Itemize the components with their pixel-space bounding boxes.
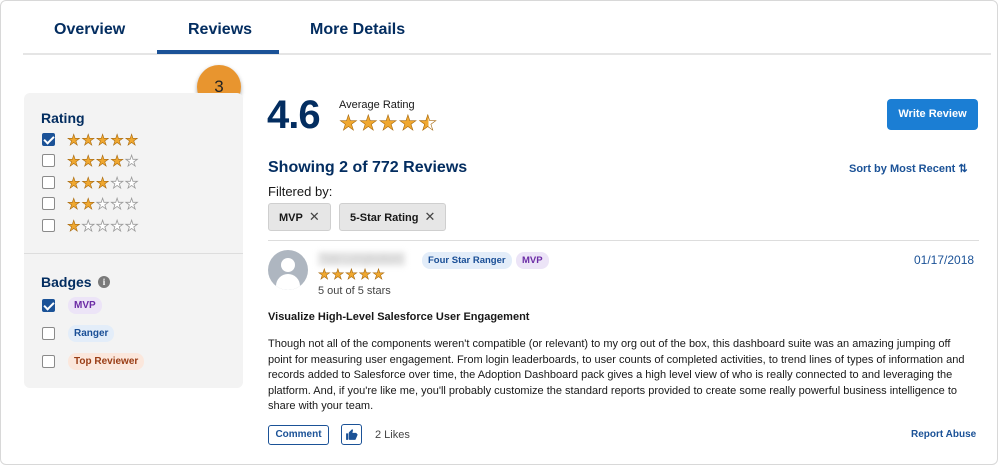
star-icon: ★: [339, 112, 358, 135]
star-icon: ★: [81, 218, 95, 235]
info-icon[interactable]: i: [98, 276, 110, 288]
star-icon: ★: [67, 218, 81, 235]
rating-4-stars: ★ ★ ★ ★ ★: [67, 153, 139, 170]
badge-mvp-label: MVP: [68, 297, 102, 314]
review-title: Visualize High-Level Salesforce User Eng…: [268, 311, 530, 323]
star-icon: ★: [67, 153, 81, 170]
star-icon: ★: [110, 153, 124, 170]
star-icon: ★: [378, 112, 398, 135]
star-icon: ★: [124, 132, 139, 149]
average-rating-value: 4.6: [267, 93, 321, 137]
badge-top-reviewer-label: Top Reviewer: [68, 353, 145, 370]
star-icon: ★: [67, 175, 81, 192]
filtered-by-label: Filtered by:: [268, 184, 333, 199]
star-icon: ★: [398, 112, 418, 135]
star-icon: ★: [345, 266, 358, 282]
review-divider: [268, 240, 979, 241]
star-icon: ★: [358, 112, 378, 135]
badges-filter-heading: Badges: [41, 274, 92, 290]
reviewer-badge-mvp: MVP: [516, 252, 549, 269]
star-icon: ★: [318, 266, 331, 282]
badge-ranger-checkbox[interactable]: [42, 327, 55, 340]
badge-top-reviewer-checkbox[interactable]: [42, 355, 55, 368]
star-icon: ★: [110, 218, 124, 235]
star-icon: ★: [81, 196, 95, 213]
rating-1-checkbox[interactable]: [42, 219, 55, 232]
star-icon: ★: [110, 175, 124, 192]
average-rating-stars: ★ ★ ★ ★ ★: [339, 112, 438, 135]
average-rating-label: Average Rating: [339, 99, 415, 111]
likes-count: 2 Likes: [375, 429, 410, 441]
tab-overview[interactable]: Overview: [54, 21, 125, 39]
reviews-page: Overview Reviews More Details 3 Rating ★…: [0, 0, 998, 465]
star-icon: ★: [110, 132, 124, 149]
filter-chip-mvp[interactable]: MVP ✕: [268, 203, 331, 231]
star-icon: ★: [95, 196, 110, 213]
rating-filter-heading: Rating: [41, 110, 85, 126]
comment-button[interactable]: Comment: [268, 425, 329, 445]
rating-2-stars: ★ ★ ★ ★ ★: [67, 196, 139, 213]
review-count-heading: Showing 2 of 772 Reviews: [268, 159, 468, 176]
review-date: 01/17/2018: [914, 253, 975, 267]
star-icon: ★: [358, 266, 372, 282]
star-icon: ★: [331, 266, 345, 282]
star-icon: ★: [110, 196, 124, 213]
star-icon: ★: [372, 266, 385, 282]
tab-more-details[interactable]: More Details: [310, 21, 405, 39]
review-body: Though not all of the components weren't…: [268, 338, 965, 412]
user-avatar-icon[interactable]: [268, 250, 308, 290]
filter-panel: Rating ★ ★ ★ ★ ★ ★ ★ ★ ★ ★ ★ ★ ★ ★ ★ ★ ★ ★ ★ ★ ★ ★ ★ ★ ★ Bad…: [24, 93, 243, 388]
tab-reviews[interactable]: Reviews: [188, 21, 252, 39]
star-icon: ★: [124, 153, 139, 170]
avatar-body: [276, 274, 300, 290]
rating-4-checkbox[interactable]: [42, 154, 55, 167]
write-review-button[interactable]: Write Review: [887, 99, 978, 130]
rating-3-stars: ★ ★ ★ ★ ★: [67, 175, 139, 192]
star-icon: ★: [124, 175, 139, 192]
star-icon: ★: [81, 175, 95, 192]
active-tab-indicator: [157, 50, 279, 54]
close-icon[interactable]: ✕: [309, 209, 320, 224]
star-icon: ★: [67, 196, 81, 213]
reviewer-name[interactable]: Tabi Longbottom: [318, 252, 406, 266]
rating-5-stars: ★ ★ ★ ★ ★: [67, 132, 139, 149]
avatar-head: [281, 258, 295, 272]
star-icon: ★: [418, 112, 438, 135]
review-stars: ★ ★ ★ ★ ★: [318, 266, 385, 282]
thumbs-up-icon: [346, 429, 358, 440]
rating-2-checkbox[interactable]: [42, 197, 55, 210]
review-stars-text: 5 out of 5 stars: [318, 285, 391, 297]
star-icon: ★: [95, 218, 110, 235]
sort-by-most-recent-link[interactable]: Sort by Most Recent ⇅: [849, 162, 968, 175]
filter-chip-label: 5-Star Rating: [350, 212, 419, 224]
close-icon[interactable]: ✕: [424, 209, 435, 224]
report-abuse-link[interactable]: Report Abuse: [911, 429, 976, 440]
tab-bar: Overview Reviews More Details: [23, 1, 991, 55]
star-icon: ★: [124, 196, 139, 213]
star-icon: ★: [95, 175, 110, 192]
like-button[interactable]: [341, 424, 362, 445]
star-icon: ★: [67, 132, 81, 149]
star-icon: ★: [95, 132, 110, 149]
rating-5-checkbox[interactable]: [42, 133, 55, 146]
badge-mvp-checkbox[interactable]: [42, 299, 55, 312]
star-icon: ★: [81, 153, 95, 170]
rating-1-stars: ★ ★ ★ ★ ★: [67, 218, 139, 235]
reviewer-badge-ranger: Four Star Ranger: [422, 252, 512, 269]
rating-3-checkbox[interactable]: [42, 176, 55, 189]
filter-chip-5-star[interactable]: 5-Star Rating ✕: [339, 203, 447, 231]
star-icon: ★: [95, 153, 110, 170]
star-icon: ★: [81, 132, 95, 149]
badge-ranger-label: Ranger: [68, 325, 115, 342]
star-icon: ★: [124, 218, 139, 235]
panel-divider: [24, 253, 243, 254]
filter-chip-label: MVP: [279, 212, 303, 224]
